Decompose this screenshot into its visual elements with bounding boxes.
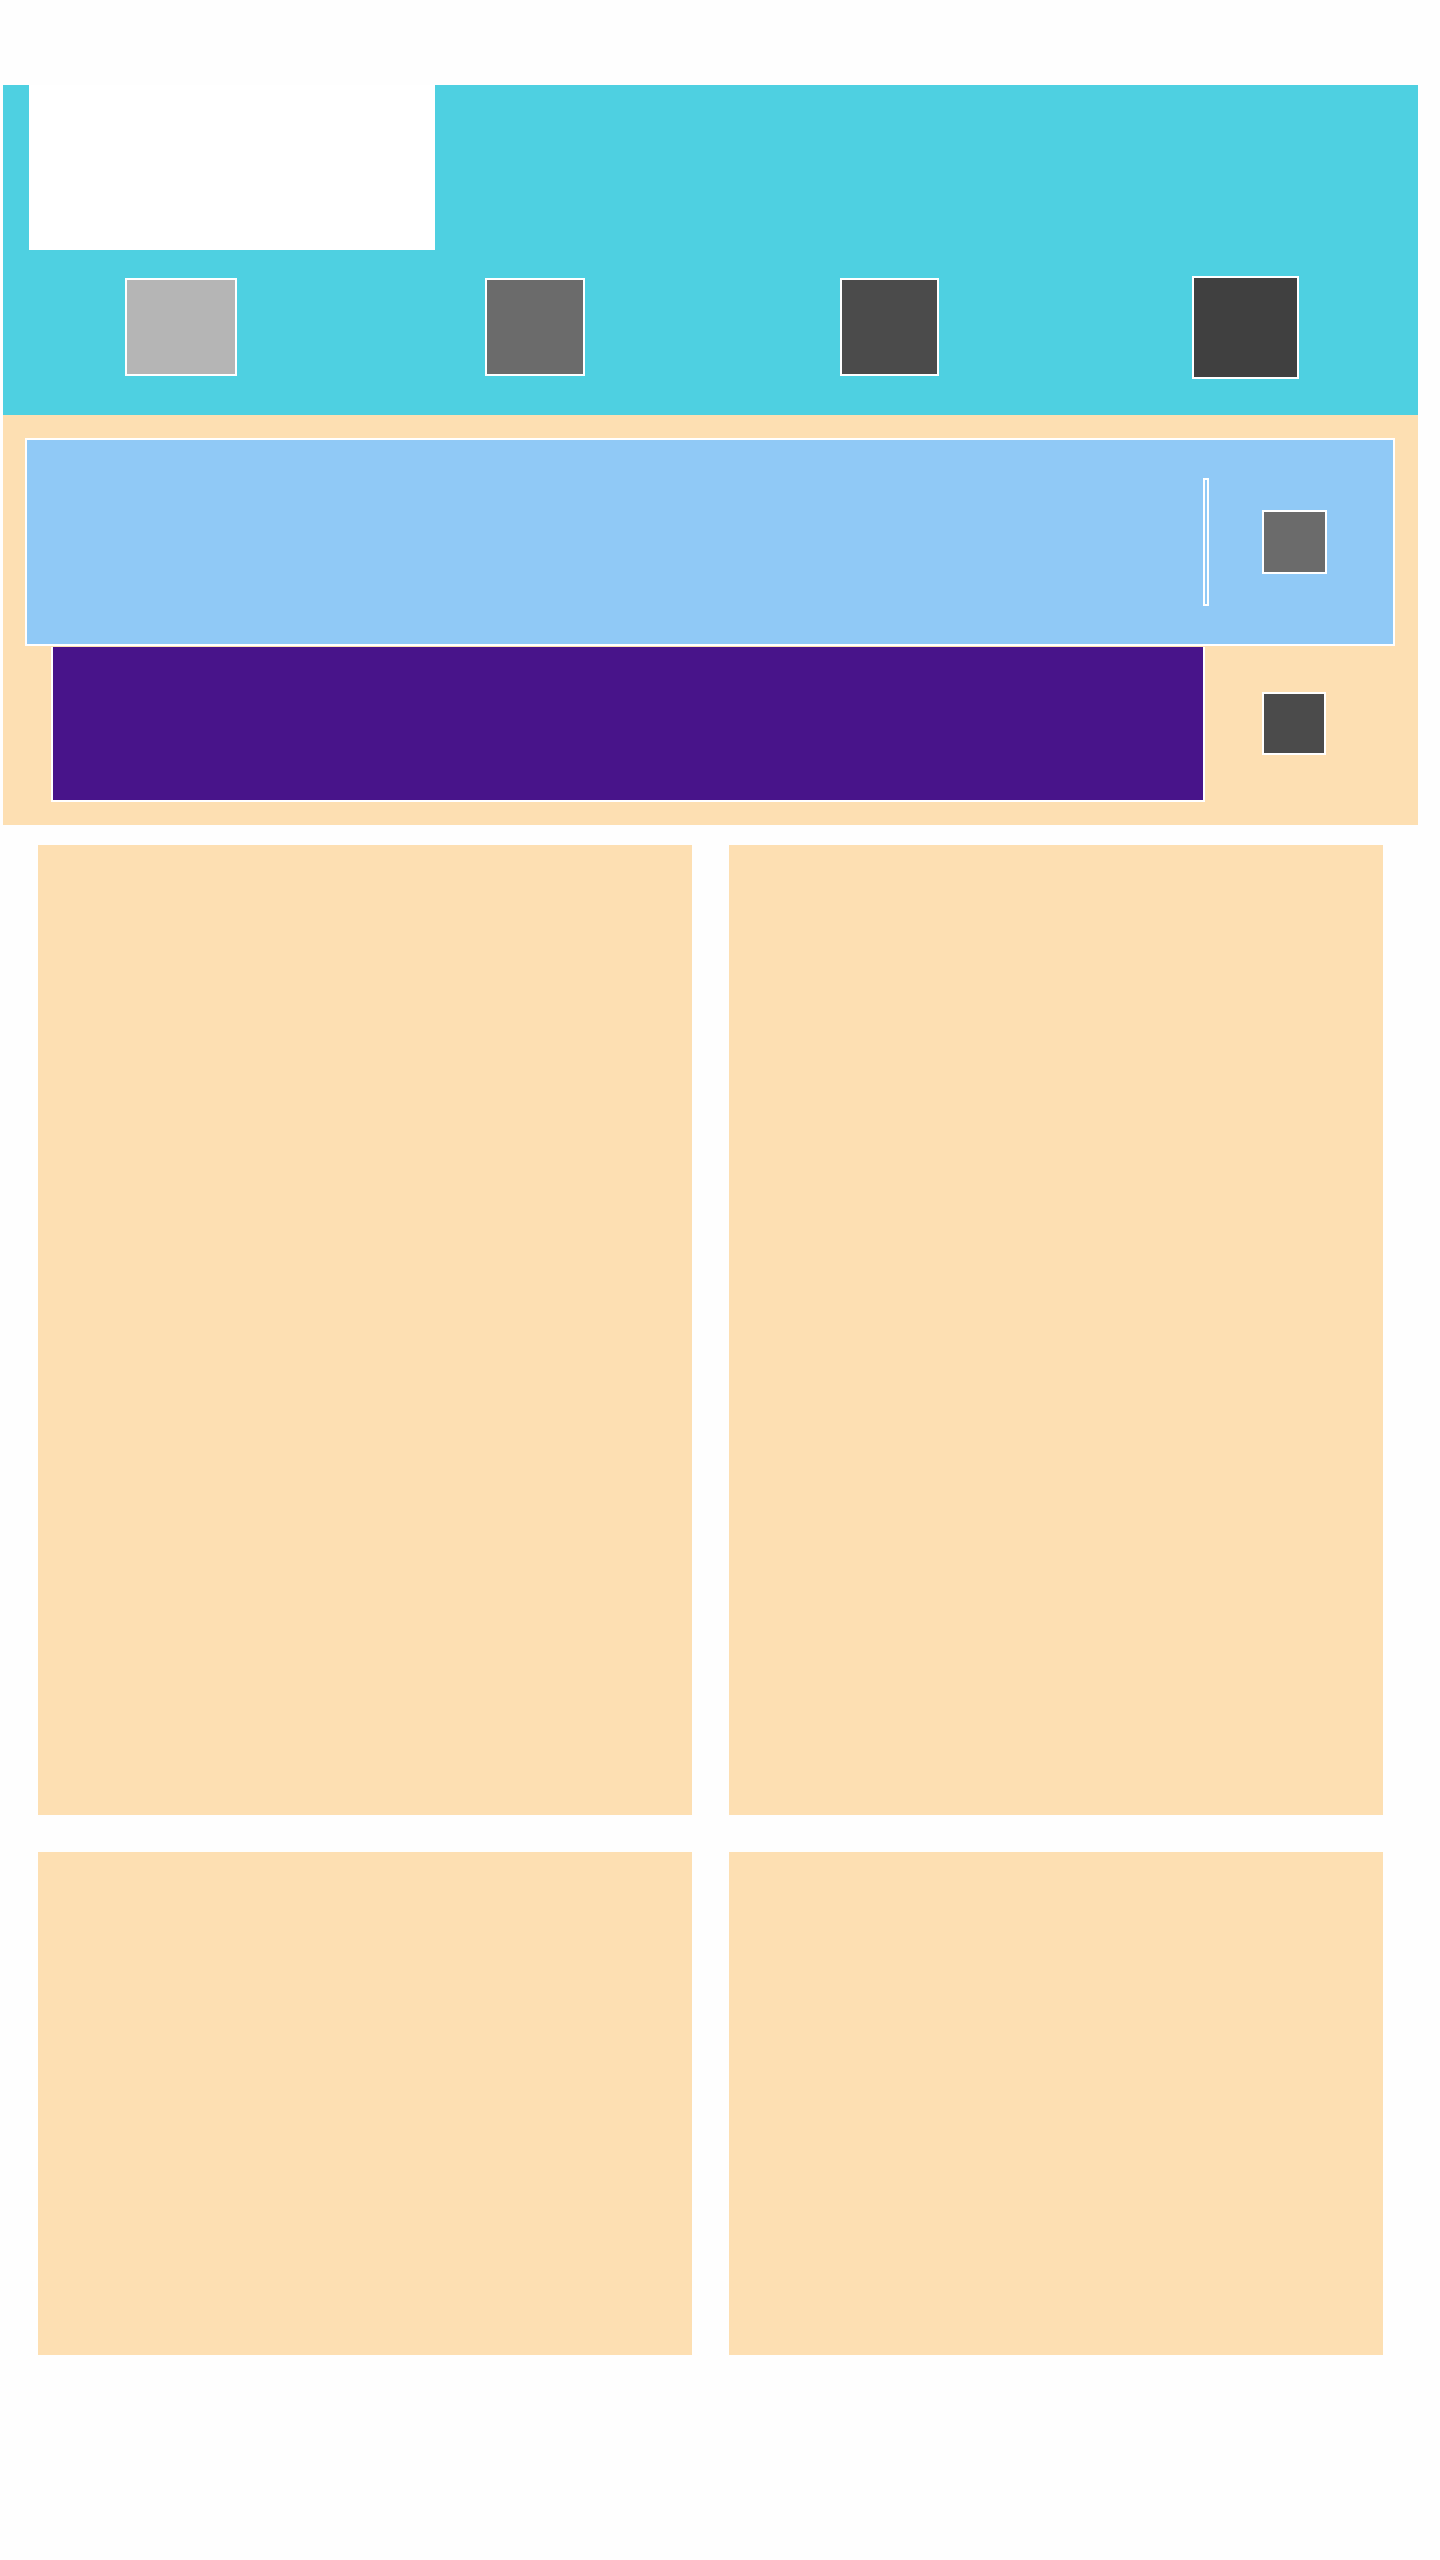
nav-button-1[interactable] bbox=[125, 278, 237, 376]
search-action-button[interactable] bbox=[1262, 510, 1327, 574]
content-card-1[interactable] bbox=[38, 845, 692, 1815]
content-card-2[interactable] bbox=[729, 845, 1383, 1815]
nav-button-3[interactable] bbox=[840, 278, 939, 376]
content-card-4[interactable] bbox=[729, 1852, 1383, 2355]
logo[interactable] bbox=[29, 85, 435, 250]
nav-button-2[interactable] bbox=[485, 278, 585, 376]
search-field[interactable] bbox=[25, 438, 1395, 646]
content-card-3[interactable] bbox=[38, 1852, 692, 2355]
search-field-divider-gap bbox=[1205, 480, 1207, 604]
secondary-action-button[interactable] bbox=[1262, 692, 1326, 755]
nav-button-4[interactable] bbox=[1192, 276, 1299, 379]
action-bar[interactable] bbox=[51, 647, 1205, 802]
